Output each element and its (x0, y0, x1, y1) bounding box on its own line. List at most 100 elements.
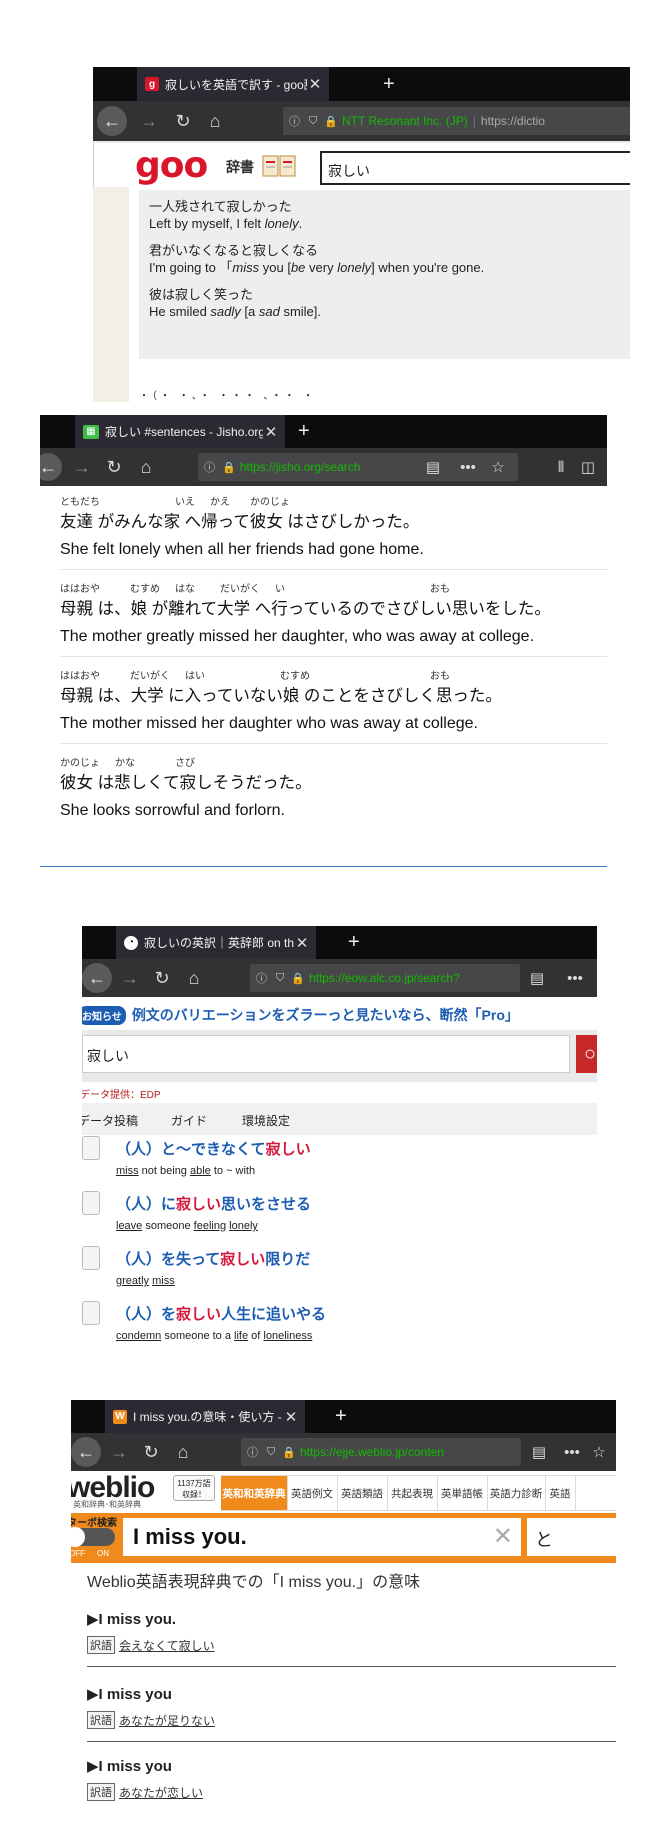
tab-more[interactable]: 英語 (545, 1476, 576, 1510)
url-text: https://ejje.weblio.jp/conten (299, 1445, 445, 1459)
home-button[interactable]: ⌂ (203, 106, 227, 136)
translation-link[interactable]: 会えなくて寂しい (119, 1637, 215, 1654)
alc-search-input[interactable]: 寂しい (82, 1035, 570, 1073)
back-button[interactable]: ← (97, 106, 127, 136)
close-tab-icon[interactable]: ✕ (263, 423, 279, 441)
furigana: いえ (175, 497, 195, 508)
url-bar[interactable]: ⓘ ⛉ 🔒 https://eow.alc.co.jp/search? (250, 964, 520, 992)
weblio-logo[interactable]: weblio 英和辞典･和英辞典 (71, 1471, 155, 1510)
turbo-toggle[interactable] (71, 1527, 115, 1547)
en-text: you [ (259, 260, 291, 275)
forward-button[interactable]: → (118, 963, 142, 993)
forward-button[interactable]: → (137, 106, 161, 136)
reload-button[interactable]: ↻ (171, 106, 195, 136)
reload-button[interactable]: ↻ (139, 1437, 163, 1467)
library-icon[interactable]: ⫴ (548, 453, 574, 481)
reader-view-icon[interactable]: ▤ (526, 1438, 552, 1466)
clip-icon[interactable] (82, 1246, 100, 1270)
url-bar[interactable]: ⓘ ⛉ 🔒 https://ejje.weblio.jp/conten (241, 1438, 521, 1466)
word-link[interactable]: feeling (194, 1220, 226, 1232)
heading-text: （人）を (116, 1306, 177, 1323)
goo-logo[interactable]: goo (135, 145, 208, 186)
tab-collocation[interactable]: 共起表現 (387, 1476, 438, 1510)
tab-alc[interactable]: ◔ 寂しいの英訳｜英辞郎 on the WEB ✕ (116, 926, 316, 959)
tab-jisho[interactable]: ▦ 寂しい #sentences - Jisho.org ✕ (75, 415, 285, 448)
count-badge-line2: 収録！ (182, 1490, 206, 1499)
nav-guide[interactable]: ガイド (171, 1112, 207, 1129)
back-button[interactable]: ← (40, 453, 62, 481)
jisho-favicon-icon: ▦ (83, 424, 99, 439)
close-tab-icon[interactable]: ✕ (283, 1408, 299, 1426)
sentence-item: ははおや だいがく はい むすめ おも 母親 は、大学 に入っていない娘 のことをさびしく… (60, 667, 607, 733)
goo-example: 彼は寂しく笑った He smiled sadly [a sad smile]. (149, 286, 321, 320)
alc-search-button[interactable]: ○ (576, 1035, 597, 1073)
sentence-english: The mother greatly missed her daughter, … (60, 628, 535, 645)
bookmark-star-icon[interactable]: ☆ (586, 1438, 612, 1466)
forward-button[interactable]: → (70, 452, 94, 482)
weblio-search-input[interactable]: I miss you. ✕ (123, 1518, 521, 1556)
clear-icon[interactable]: ✕ (493, 1522, 513, 1551)
url-bar[interactable]: ⓘ ⛉ 🔒 NTT Resonant Inc. (JP) | https://d… (283, 107, 630, 135)
reload-button[interactable]: ↻ (150, 963, 174, 993)
home-button[interactable]: ⌂ (182, 963, 206, 993)
toggle-off-label: OFF (71, 1549, 85, 1558)
reader-view-icon[interactable]: ▤ (420, 453, 446, 481)
furigana: むすめ (280, 671, 310, 682)
new-tab-button[interactable]: + (335, 1400, 347, 1433)
goo-search-input[interactable]: 寂しい (320, 151, 630, 185)
alc-entry-heading[interactable]: （人）と～できなくて寂しい (116, 1138, 311, 1159)
more-actions-icon[interactable]: ••• (455, 453, 481, 481)
clip-icon[interactable] (82, 1191, 100, 1215)
word-link[interactable]: able (190, 1165, 211, 1177)
close-tab-icon[interactable]: ✕ (294, 934, 310, 952)
weblio-search-button[interactable]: と (527, 1518, 616, 1556)
alc-notice[interactable]: お知らせ 例文のバリエーションをズラーっと見たいなら、断然「Pro」 (82, 1002, 597, 1028)
word-link[interactable]: life (234, 1330, 248, 1342)
notice-text: 例文のバリエーションをズラーっと見たいなら、断然「Pro」 (131, 1007, 519, 1023)
alc-entry-heading[interactable]: （人）を寂しい人生に追いやる (116, 1303, 326, 1324)
more-actions-icon[interactable]: ••• (559, 1438, 585, 1466)
clip-icon[interactable] (82, 1301, 100, 1325)
new-tab-button[interactable]: + (348, 926, 360, 959)
reload-button[interactable]: ↻ (102, 452, 126, 482)
tab-eiwa-waei[interactable]: 英和和英辞典 (221, 1476, 288, 1510)
goo-example: 一人残されて寂しかった Left by myself, I felt lonely… (149, 198, 302, 232)
home-button[interactable]: ⌂ (171, 1437, 195, 1467)
tab-example[interactable]: 英語例文 (287, 1476, 338, 1510)
italic-word: be (290, 260, 306, 275)
forward-button[interactable]: → (107, 1437, 131, 1467)
alc-entry-heading[interactable]: （人）を失って寂しい限りだ (116, 1248, 310, 1269)
back-button[interactable]: ← (82, 963, 112, 993)
new-tab-button[interactable]: + (383, 67, 395, 101)
close-tab-icon[interactable]: ✕ (307, 75, 323, 93)
clip-icon[interactable] (82, 1136, 100, 1160)
back-button[interactable]: ← (71, 1437, 101, 1467)
word-link[interactable]: condemn (116, 1330, 161, 1342)
new-tab-button[interactable]: + (298, 415, 310, 448)
tab-diagnosis[interactable]: 英語力診断 (487, 1476, 546, 1510)
translation-link[interactable]: あなたが恋しい (119, 1784, 203, 1801)
reader-view-icon[interactable]: ▤ (524, 964, 550, 992)
word-link[interactable]: miss (152, 1275, 175, 1287)
home-button[interactable]: ⌂ (134, 452, 158, 482)
sidebar-icon[interactable]: ◫ (575, 453, 601, 481)
furigana-line: ははおや だいがく はい むすめ おも (60, 667, 607, 682)
navigation-bar: ← → ↻ ⌂ ⓘ 🔒 https://jisho.org/search ▤ •… (40, 448, 607, 486)
tab-synonyms[interactable]: 英語類語 (337, 1476, 388, 1510)
alc-entry-heading[interactable]: （人）に寂しい思いをさせる (116, 1193, 311, 1214)
word-link[interactable]: lonely (229, 1220, 258, 1232)
count-badge-line1: 1137万語 (177, 1479, 211, 1488)
word-link[interactable]: leave (116, 1220, 142, 1232)
word-link[interactable]: greatly (116, 1275, 149, 1287)
tab-weblio[interactable]: W I miss you.の意味・使い方 - 英 ✕ (105, 1400, 305, 1433)
goo-header: goo 辞書 寂しい (93, 141, 630, 189)
more-actions-icon[interactable]: ••• (562, 964, 588, 992)
tab-wordbook[interactable]: 英単語帳 (437, 1476, 488, 1510)
word-link[interactable]: miss (116, 1165, 139, 1177)
nav-settings[interactable]: 環境設定 (242, 1112, 290, 1129)
nav-data-post[interactable]: データ投稿 (82, 1112, 138, 1129)
bookmark-star-icon[interactable]: ☆ (485, 453, 511, 481)
translation-link[interactable]: あなたが足りない (119, 1712, 215, 1729)
word-link[interactable]: loneliness (263, 1330, 312, 1342)
tab-goo[interactable]: g 寂しいを英語で訳す - goo辞書 ✕ (137, 67, 329, 101)
